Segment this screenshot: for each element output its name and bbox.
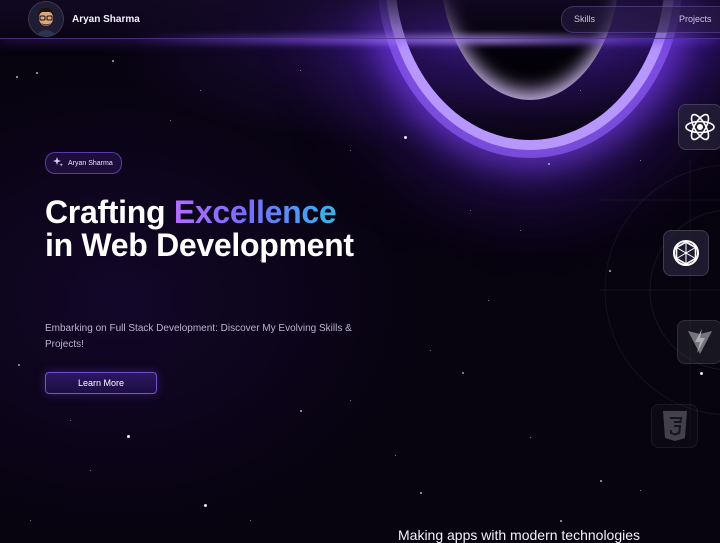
- star: [395, 455, 396, 456]
- star: [404, 136, 407, 139]
- star: [204, 504, 207, 507]
- star: [36, 72, 38, 74]
- star: [200, 90, 201, 91]
- hero-title: Crafting Excellence in Web Development: [45, 196, 405, 262]
- star: [170, 120, 171, 121]
- star: [488, 300, 489, 301]
- star: [30, 520, 31, 521]
- star: [250, 520, 251, 521]
- nav-link-projects[interactable]: Projects: [679, 14, 712, 24]
- nav-link-skills[interactable]: Skills: [574, 14, 595, 24]
- title-part-2: in Web Development: [45, 227, 354, 263]
- title-part-1: Crafting: [45, 194, 174, 230]
- star: [462, 372, 464, 374]
- star: [127, 435, 130, 438]
- star: [640, 160, 641, 161]
- star: [530, 437, 531, 438]
- star: [350, 150, 351, 151]
- learn-more-button[interactable]: Learn More: [45, 372, 157, 394]
- background-glow: [0, 0, 720, 540]
- badge-text: Aryan Sharma: [68, 159, 113, 167]
- star: [300, 410, 302, 412]
- navbar: Aryan Sharma Skills Projects: [0, 0, 720, 39]
- star: [700, 372, 703, 375]
- star: [300, 70, 301, 71]
- react-icon: [678, 104, 720, 150]
- star: [640, 490, 641, 491]
- star: [470, 210, 471, 211]
- hero-badge: Aryan Sharma: [45, 152, 122, 174]
- star: [90, 470, 91, 471]
- css3-icon: [651, 404, 698, 448]
- star: [609, 270, 611, 272]
- star: [70, 420, 71, 421]
- sparkles-icon: [53, 154, 63, 172]
- brand[interactable]: Aryan Sharma: [28, 1, 140, 37]
- star: [420, 492, 422, 494]
- star: [580, 90, 581, 91]
- section-heading: Making apps with modern technologies: [398, 527, 641, 543]
- title-accent: Excellence: [173, 194, 337, 230]
- nav-links: Skills Projects: [561, 6, 720, 33]
- star: [548, 163, 550, 165]
- star: [350, 400, 351, 401]
- star: [112, 60, 114, 62]
- hero-subtitle: Embarking on Full Stack Development: Dis…: [45, 323, 352, 350]
- star: [520, 230, 521, 231]
- vite-icon: [677, 320, 720, 364]
- star: [16, 76, 18, 78]
- star: [430, 350, 431, 351]
- star: [18, 364, 20, 366]
- avatar: [28, 1, 64, 37]
- orbit-rings: [600, 160, 720, 440]
- star: [560, 520, 562, 522]
- openai-icon: [663, 230, 709, 276]
- star: [600, 480, 602, 482]
- brand-name: Aryan Sharma: [72, 13, 140, 25]
